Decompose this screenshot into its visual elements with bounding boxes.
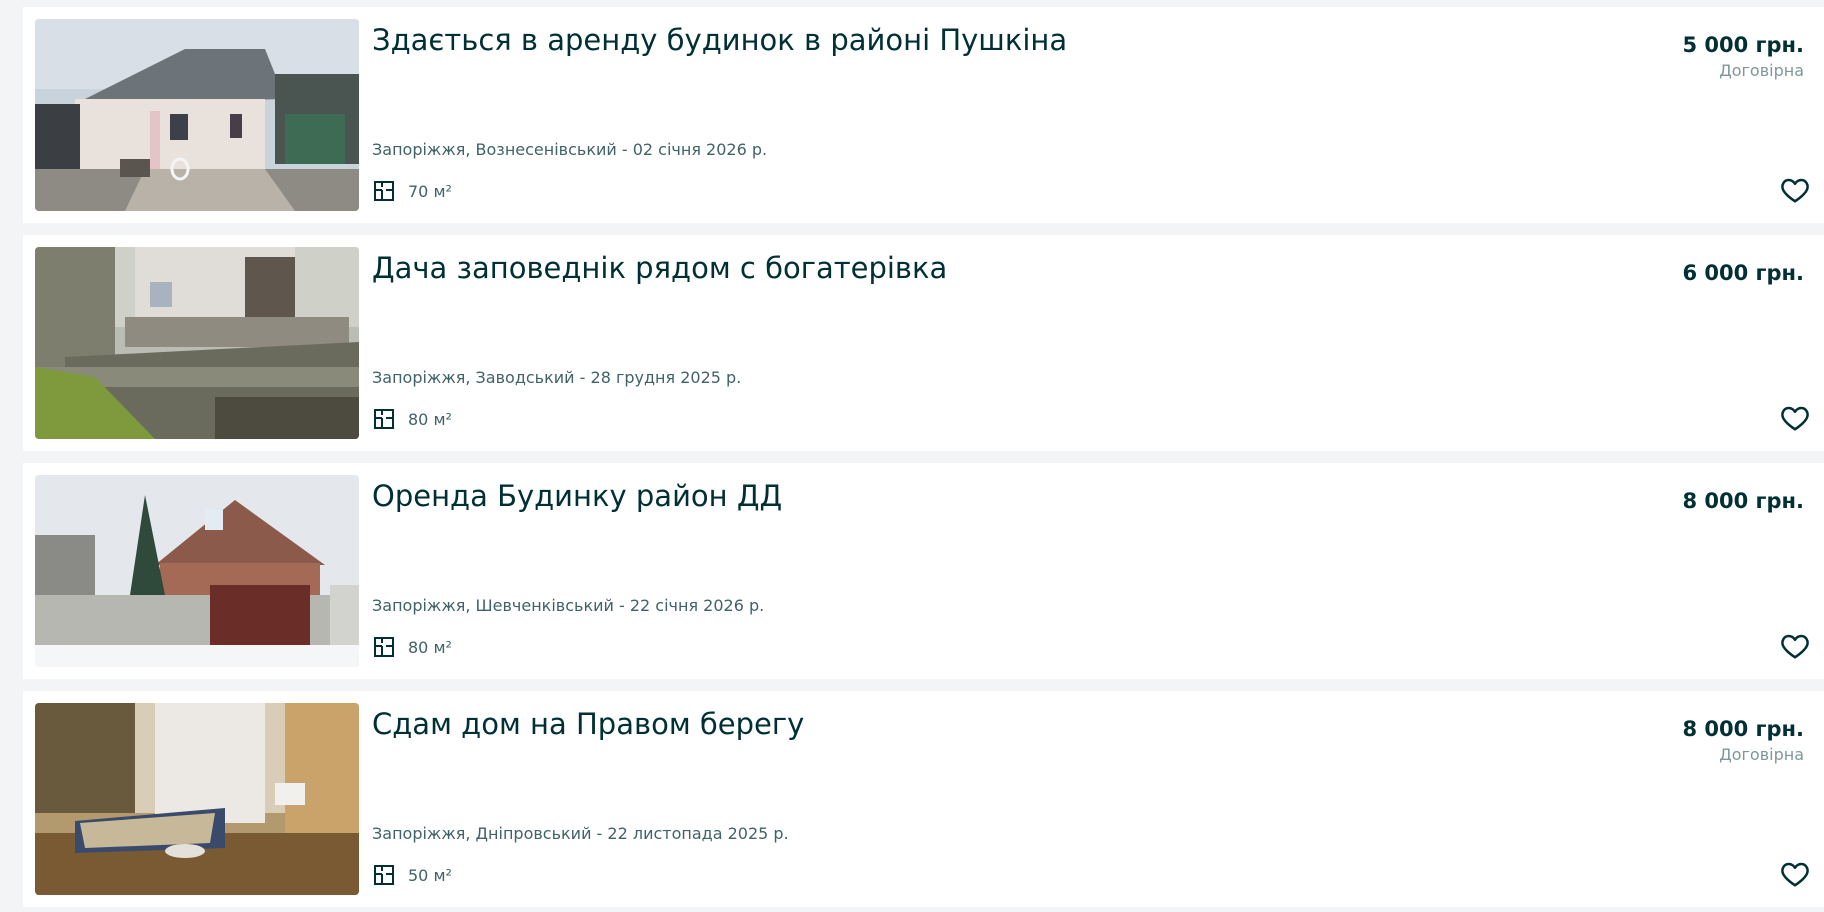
- listing-title[interactable]: Оренда Будинку район ДД: [372, 479, 782, 513]
- listing-price: 6 000 грн.: [1682, 261, 1804, 285]
- listing-price: 8 000 грн.: [1682, 717, 1804, 741]
- listing-area: 70 м²: [372, 179, 452, 203]
- floor-plan-icon: [374, 181, 394, 201]
- listing-area: 80 м²: [372, 635, 452, 659]
- listing-card[interactable]: Дача заповеднік рядом с богатерівка 6 00…: [23, 235, 1824, 451]
- price-block: 8 000 грн.: [1682, 489, 1804, 513]
- listing-photo[interactable]: [35, 247, 359, 439]
- floor-plan-icon: [374, 409, 394, 429]
- negotiable-label: Договірна: [1719, 61, 1804, 80]
- listing-location-date: Запоріжжя, Дніпровський - 22 листопада 2…: [372, 824, 789, 843]
- listing-photo[interactable]: [35, 19, 359, 211]
- listing-location-date: Запоріжжя, Заводський - 28 грудня 2025 р…: [372, 368, 742, 387]
- area-value: 70 м²: [408, 181, 452, 201]
- listing-card[interactable]: Здається в аренду будинок в районі Пушкі…: [23, 7, 1824, 223]
- listing-card[interactable]: Оренда Будинку район ДД 8 000 грн. Запор…: [23, 463, 1824, 679]
- price-block: 6 000 грн.: [1682, 261, 1804, 285]
- house-photo-image: [35, 247, 359, 439]
- listing-title[interactable]: Здається в аренду будинок в районі Пушкі…: [372, 23, 1067, 57]
- floor-plan-icon: [374, 637, 394, 657]
- heart-outline-icon[interactable]: [1780, 175, 1810, 205]
- listing-location-date: Запоріжжя, Шевченківський - 22 січня 202…: [372, 596, 765, 615]
- area-value: 80 м²: [408, 637, 452, 657]
- negotiable-label: Договірна: [1719, 745, 1804, 764]
- area-value: 80 м²: [408, 409, 452, 429]
- house-photo-image: [35, 475, 359, 667]
- listing-results: Здається в аренду будинок в районі Пушкі…: [23, 7, 1824, 907]
- listing-photo[interactable]: [35, 475, 359, 667]
- floor-plan-icon: [374, 865, 394, 885]
- listing-price: 8 000 грн.: [1682, 489, 1804, 513]
- room-photo-image: [35, 703, 359, 895]
- listing-area: 80 м²: [372, 407, 452, 431]
- area-value: 50 м²: [408, 865, 452, 885]
- listing-location-date: Запоріжжя, Вознесенівський - 02 січня 20…: [372, 140, 768, 159]
- listing-area: 50 м²: [372, 863, 452, 887]
- heart-outline-icon[interactable]: [1780, 631, 1810, 661]
- listing-card[interactable]: Сдам дом на Правом берегу 8 000 грн. Дог…: [23, 691, 1824, 907]
- listing-title[interactable]: Дача заповеднік рядом с богатерівка: [372, 251, 947, 285]
- house-photo-image: [35, 19, 359, 211]
- price-block: 5 000 грн. Договірна: [1682, 33, 1804, 80]
- listing-photo[interactable]: [35, 703, 359, 895]
- heart-outline-icon[interactable]: [1780, 859, 1810, 889]
- listing-title[interactable]: Сдам дом на Правом берегу: [372, 707, 804, 741]
- listing-price: 5 000 грн.: [1682, 33, 1804, 57]
- price-block: 8 000 грн. Договірна: [1682, 717, 1804, 764]
- heart-outline-icon[interactable]: [1780, 403, 1810, 433]
